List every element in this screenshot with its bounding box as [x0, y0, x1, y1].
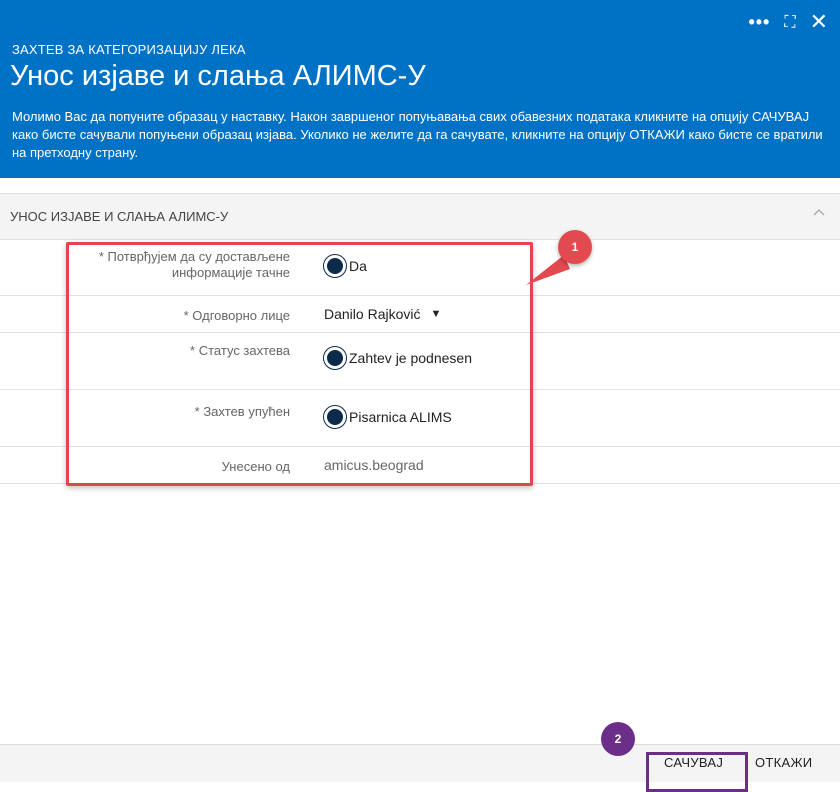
annotation-pointer-1: [526, 255, 570, 285]
window-controls: ••• ⛶ ✕: [748, 11, 828, 33]
annotation-badge-2: 2: [601, 722, 635, 756]
dialog-supertitle: ЗАХТЕВ ЗА КАТЕГОРИЗАЦИЈУ ЛЕКА: [12, 42, 246, 57]
cancel-button[interactable]: ОТКАЖИ: [755, 755, 812, 770]
section-header[interactable]: УНОС ИЗЈАВЕ И СЛАЊА АЛИМС-У: [0, 193, 840, 240]
section-title: УНОС ИЗЈАВЕ И СЛАЊА АЛИМС-У: [10, 209, 229, 224]
annotation-badge-1: 1: [558, 230, 592, 264]
chevron-up-icon[interactable]: [812, 206, 826, 220]
annotation-box-1: [66, 242, 533, 486]
dialog-title: Унос изјаве и слања АЛИМС-У: [10, 60, 426, 92]
dialog-description: Молимо Вас да попуните образац у наставк…: [12, 109, 823, 160]
annotation-box-2: [646, 752, 748, 792]
more-options-icon[interactable]: •••: [748, 12, 770, 32]
close-icon[interactable]: ✕: [810, 11, 828, 33]
expand-icon[interactable]: ⛶: [784, 12, 795, 32]
dialog-header: ••• ⛶ ✕ ЗАХТЕВ ЗА КАТЕГОРИЗАЦИЈУ ЛЕКА Ун…: [0, 0, 840, 178]
